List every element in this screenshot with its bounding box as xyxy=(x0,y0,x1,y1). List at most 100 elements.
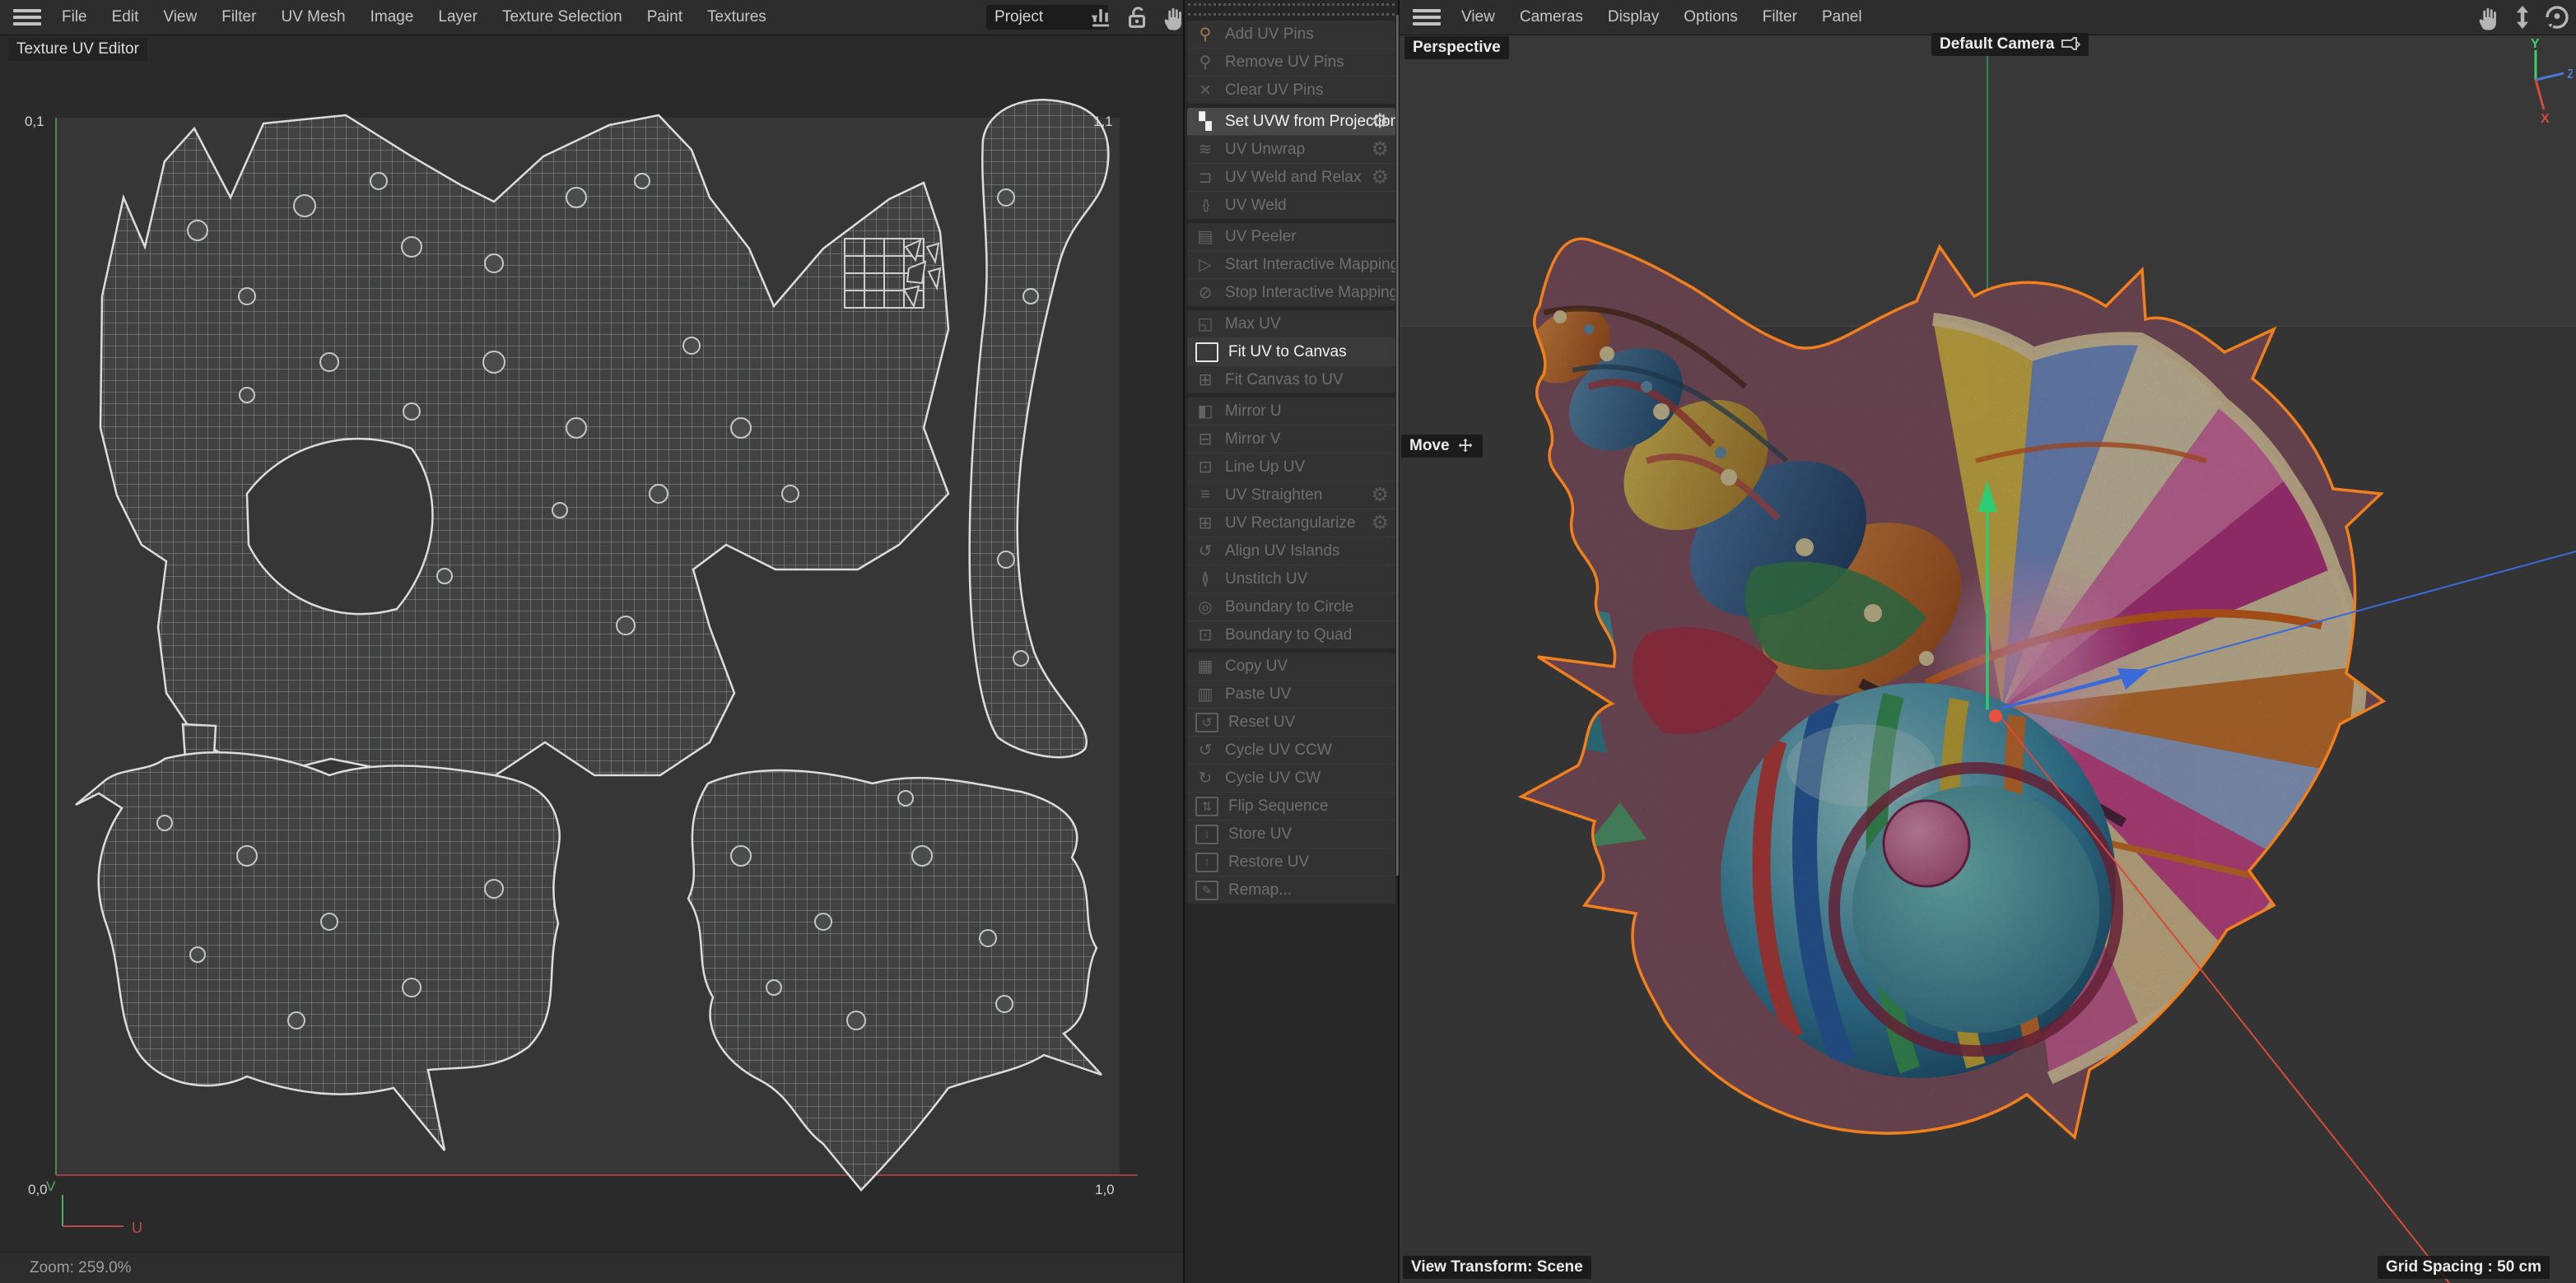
tool-line-up-uv[interactable]: Line Up UV xyxy=(1187,453,1395,481)
tool-remove-uv-pins[interactable]: Remove UV Pins xyxy=(1187,48,1395,76)
menu-vp-display[interactable]: Display xyxy=(1595,8,1671,26)
pan-hand-icon[interactable] xyxy=(2474,3,2502,31)
unlock-icon[interactable] xyxy=(1123,3,1151,31)
panel-grip[interactable] xyxy=(1188,3,1395,16)
tool-clear-uv-pins[interactable]: Clear UV Pins xyxy=(1187,76,1395,104)
stop-icon xyxy=(1195,283,1215,303)
rectangularize-icon xyxy=(1195,514,1215,533)
menu-layer[interactable]: Layer xyxy=(426,8,490,26)
tool-uv-unwrap[interactable]: UV Unwrap xyxy=(1187,135,1395,163)
tool-flip-sequence[interactable]: Flip Sequence xyxy=(1187,792,1395,820)
histogram-icon[interactable] xyxy=(1087,3,1115,31)
axis-gizmo[interactable]: Y Z X xyxy=(2503,37,2573,128)
tool-mirror-v[interactable]: Mirror V xyxy=(1187,425,1395,453)
remap-icon xyxy=(1195,880,1218,900)
mirror-v-icon xyxy=(1195,430,1215,449)
weld-icon xyxy=(1195,196,1215,216)
tool-set-uvw-from-projection[interactable]: Set UVW from Projection xyxy=(1187,108,1395,135)
fit-tools-group: Max UV Fit UV to Canvas Fit Canvas to UV xyxy=(1187,310,1395,393)
active-tool-label[interactable]: Move xyxy=(1401,435,1483,458)
gear-icon[interactable] xyxy=(1371,109,1389,133)
tool-stop-interactive-mapping[interactable]: Stop Interactive Mapping xyxy=(1187,278,1395,306)
uv-corner-00: 0,0 xyxy=(28,1182,48,1197)
tool-unstitch-uv[interactable]: Unstitch UV xyxy=(1187,565,1395,593)
panel-scrollbar[interactable] xyxy=(1396,15,1399,876)
menu-file[interactable]: File xyxy=(49,8,100,26)
tool-restore-uv[interactable]: Restore UV xyxy=(1187,848,1395,876)
uv-corner-01: 0,1 xyxy=(25,114,44,129)
reset-icon xyxy=(1195,712,1218,732)
straighten-icon xyxy=(1195,486,1215,505)
tool-align-uv-islands[interactable]: Align UV Islands xyxy=(1187,537,1395,565)
uv-editor-title: Texture UV Editor xyxy=(8,38,147,61)
fit-uv-to-canvas-icon xyxy=(1195,342,1218,362)
menu-vp-filter[interactable]: Filter xyxy=(1750,8,1810,26)
hamburger-icon[interactable] xyxy=(1413,9,1441,26)
gear-icon[interactable] xyxy=(1371,483,1389,507)
arrange-tools-group: Mirror U Mirror V Line Up UV UV Straight… xyxy=(1187,397,1395,648)
tool-max-uv[interactable]: Max UV xyxy=(1187,310,1395,337)
view-mode-label[interactable]: Perspective xyxy=(1404,36,1509,59)
menu-vp-panel[interactable]: Panel xyxy=(1810,8,1875,26)
menu-edit[interactable]: Edit xyxy=(100,8,151,26)
gear-icon[interactable] xyxy=(1371,165,1389,189)
menu-uv-mesh[interactable]: UV Mesh xyxy=(268,8,357,26)
boundary-quad-icon xyxy=(1195,625,1215,645)
paste-icon xyxy=(1195,685,1215,704)
tool-boundary-to-quad[interactable]: Boundary to Quad xyxy=(1187,621,1395,648)
tool-cycle-uv-cw[interactable]: Cycle UV CW xyxy=(1187,764,1395,792)
tool-uv-peeler[interactable]: UV Peeler xyxy=(1187,223,1395,250)
uv-statusbar: Zoom: 259.0% xyxy=(0,1252,1183,1283)
z-axis-label: Z xyxy=(2567,67,2573,81)
clipboard-tools-group: Copy UV Paste UV Reset UV Cycle UV CCW C… xyxy=(1187,653,1395,904)
uv-canvas[interactable]: U xyxy=(0,0,1183,1283)
tool-mirror-u[interactable]: Mirror U xyxy=(1187,397,1395,425)
uv-corner-10: 1,0 xyxy=(1095,1182,1115,1197)
tool-store-uv[interactable]: Store UV xyxy=(1187,820,1395,848)
menu-view[interactable]: View xyxy=(151,8,209,26)
viewport-3d[interactable] xyxy=(1400,0,2576,1283)
u-axis-label: U xyxy=(132,1220,142,1236)
tool-fit-canvas-to-uv[interactable]: Fit Canvas to UV xyxy=(1187,365,1395,393)
tool-add-uv-pins[interactable]: Add UV Pins xyxy=(1187,21,1395,48)
gear-icon[interactable] xyxy=(1371,511,1389,535)
unstitch-icon xyxy=(1195,569,1215,589)
orbit-icon[interactable] xyxy=(2543,3,2571,31)
tool-uv-weld-and-relax[interactable]: UV Weld and Relax xyxy=(1187,163,1395,191)
uv-corner-11: 1,1 xyxy=(1093,114,1113,129)
menu-filter[interactable]: Filter xyxy=(209,8,268,26)
menu-vp-options[interactable]: Options xyxy=(1671,8,1749,26)
hamburger-icon[interactable] xyxy=(13,9,41,26)
tool-cycle-uv-ccw[interactable]: Cycle UV CCW xyxy=(1187,736,1395,764)
tool-paste-uv[interactable]: Paste UV xyxy=(1187,680,1395,708)
tool-copy-uv[interactable]: Copy UV xyxy=(1187,653,1395,680)
tool-remap[interactable]: Remap... xyxy=(1187,876,1395,904)
projection-tools-group: Set UVW from Projection UV Unwrap UV Wel… xyxy=(1187,108,1395,219)
tool-fit-uv-to-canvas[interactable]: Fit UV to Canvas xyxy=(1187,337,1395,365)
pin-tools-group: Add UV Pins Remove UV Pins Clear UV Pins xyxy=(1187,21,1395,104)
tool-uv-weld[interactable]: UV Weld xyxy=(1187,191,1395,219)
tool-boundary-to-circle[interactable]: Boundary to Circle xyxy=(1187,593,1395,621)
tool-reset-uv[interactable]: Reset UV xyxy=(1187,708,1395,736)
menu-paint[interactable]: Paint xyxy=(635,8,695,26)
restore-icon xyxy=(1195,852,1218,872)
fit-canvas-to-uv-icon xyxy=(1195,370,1215,390)
camera-icon xyxy=(2061,37,2081,50)
tool-start-interactive-mapping[interactable]: Start Interactive Mapping xyxy=(1187,250,1395,278)
menu-texture-selection[interactable]: Texture Selection xyxy=(490,8,635,26)
x-axis-label: X xyxy=(2541,112,2550,126)
menu-vp-cameras[interactable]: Cameras xyxy=(1507,8,1595,26)
grid-spacing-label: Grid Spacing : 50 cm xyxy=(2378,1256,2550,1279)
tool-uv-straighten[interactable]: UV Straighten xyxy=(1187,481,1395,509)
view-transform-label: View Transform: Scene xyxy=(1403,1256,1591,1279)
menu-textures[interactable]: Textures xyxy=(695,8,779,26)
camera-label[interactable]: Default Camera xyxy=(1931,33,2089,56)
menu-vp-view[interactable]: View xyxy=(1449,8,1507,26)
gear-icon[interactable] xyxy=(1371,137,1389,161)
zoom-status: Zoom: 259.0% xyxy=(30,1259,132,1276)
tool-uv-rectangularize[interactable]: UV Rectangularize xyxy=(1187,509,1395,537)
move-vertical-icon[interactable] xyxy=(2508,3,2536,31)
menu-image[interactable]: Image xyxy=(358,8,426,26)
peeler-icon xyxy=(1195,227,1215,247)
mirror-u-icon xyxy=(1195,402,1215,421)
